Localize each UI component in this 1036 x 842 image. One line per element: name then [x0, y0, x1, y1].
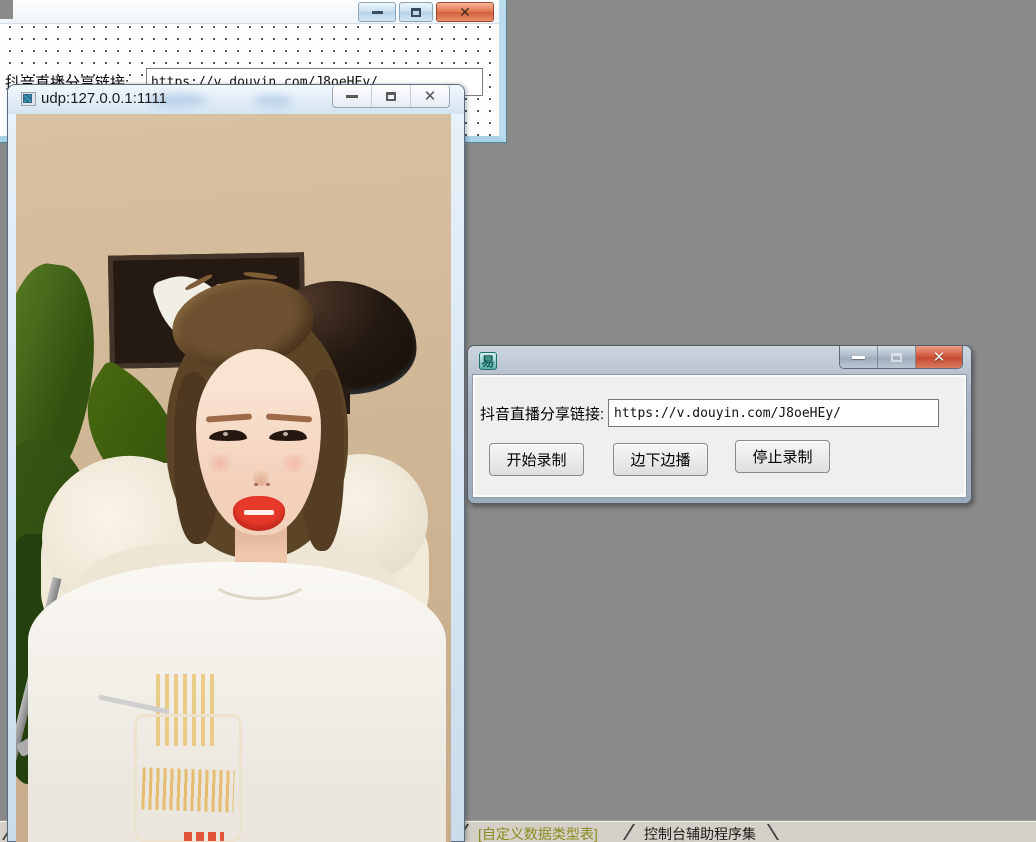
maximize-icon — [411, 8, 421, 17]
minimize-button[interactable] — [358, 2, 396, 22]
glass-reflection — [253, 95, 293, 107]
app-client-panel — [473, 375, 966, 497]
recorder-app-window: 易 ✕ 抖音直播分享链接: 开始录制 边下边播 停止录制 — [467, 345, 972, 504]
app-link-input[interactable] — [608, 399, 939, 427]
blush — [204, 454, 236, 472]
tab-slant-icon — [623, 824, 635, 840]
shirt-collar — [208, 552, 312, 600]
restore-icon — [386, 92, 396, 101]
maximize-icon — [891, 353, 902, 362]
close-button[interactable]: ✕ — [436, 2, 494, 22]
video-titlebar[interactable]: udp:127.0.0.1:1111 ✕ — [8, 85, 464, 114]
designer-titlebar[interactable]: ✕ — [0, 0, 499, 24]
play-while-download-button[interactable]: 边下边播 — [613, 443, 708, 476]
teeth — [244, 510, 274, 515]
nostril — [266, 483, 270, 486]
tab-slant-icon — [767, 824, 779, 840]
maximize-button[interactable] — [878, 346, 916, 368]
close-icon: ✕ — [459, 5, 471, 19]
close-button[interactable]: ✕ — [916, 346, 962, 368]
close-icon: ✕ — [933, 350, 946, 365]
pocket-stripe-print — [141, 767, 234, 812]
stop-record-button[interactable]: 停止录制 — [735, 440, 830, 473]
minimize-button[interactable] — [840, 346, 878, 368]
video-app-icon — [21, 92, 36, 106]
video-player-window: udp:127.0.0.1:1111 ✕ — [7, 84, 465, 842]
minimize-icon — [372, 11, 383, 14]
close-icon: ✕ — [424, 89, 437, 104]
app-link-label: 抖音直播分享链接: — [480, 403, 604, 424]
video-window-title: udp:127.0.0.1:1111 — [41, 90, 167, 107]
pocket-red-print — [184, 832, 224, 841]
tab-console-helper-assembly[interactable]: 控制台辅助程序集 — [644, 824, 756, 842]
eye — [209, 430, 247, 441]
maximize-button[interactable] — [399, 2, 433, 22]
blush — [278, 454, 310, 472]
eye — [269, 430, 307, 441]
ide-desktop: [自定义数据类型表] 控制台辅助程序集 ✕ 抖音直播分享链接: — [0, 0, 1036, 842]
app-caption-buttons: ✕ — [839, 346, 963, 369]
minimize-button[interactable] — [333, 85, 372, 107]
video-caption-buttons: ✕ — [332, 85, 450, 108]
minimize-icon — [852, 356, 865, 359]
minimize-icon — [346, 95, 358, 98]
restore-button[interactable] — [372, 85, 411, 107]
close-button[interactable]: ✕ — [411, 85, 449, 107]
start-record-button[interactable]: 开始录制 — [489, 443, 584, 476]
tab-custom-datatype-table[interactable]: [自定义数据类型表] — [478, 824, 598, 842]
nostril — [254, 483, 258, 486]
desktop-corner-patch — [0, 0, 13, 19]
video-stream-canvas[interactable] — [16, 114, 451, 842]
